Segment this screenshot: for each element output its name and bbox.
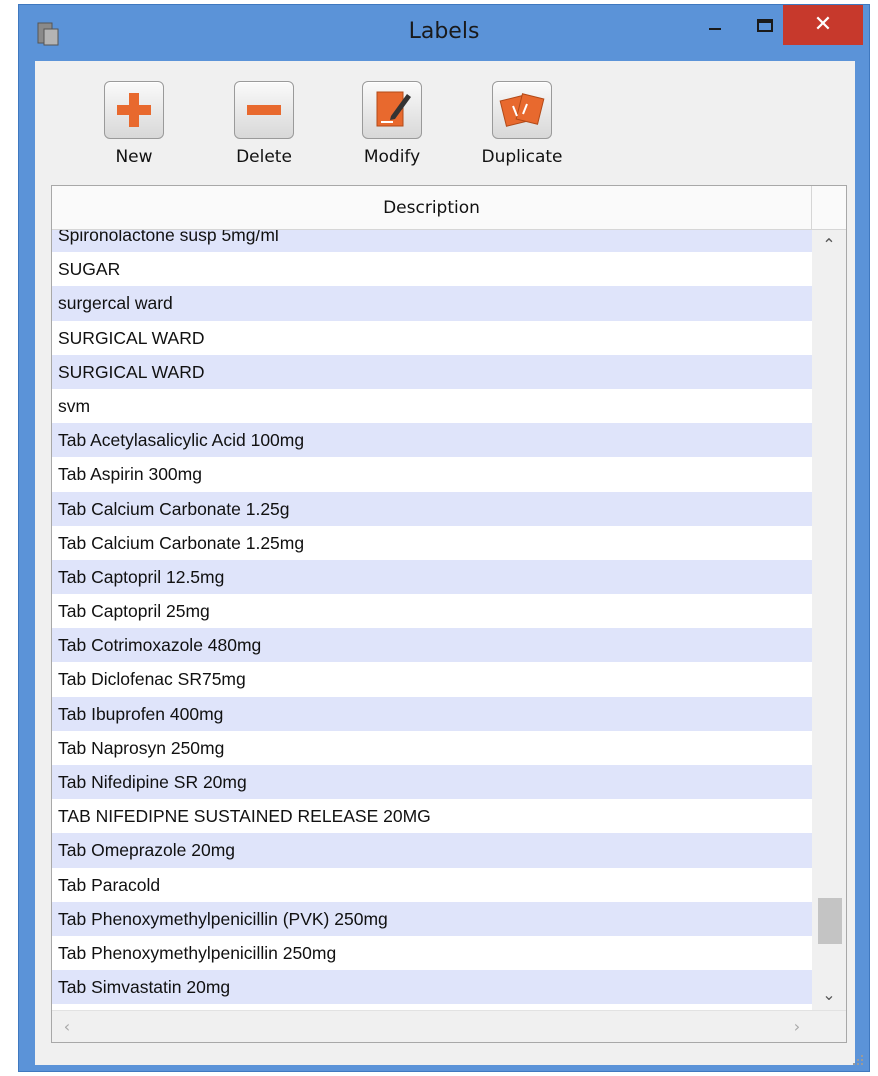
column-header-description[interactable]: Description bbox=[52, 186, 812, 230]
table-row[interactable]: Tab Calcium Carbonate 1.25mg bbox=[52, 526, 812, 560]
table-row[interactable]: Tab Calcium Carbonate 1.25g bbox=[52, 491, 812, 526]
table-row[interactable]: Tab Ibuprofen 400mg bbox=[52, 696, 812, 731]
resize-grip-icon[interactable] bbox=[851, 1053, 865, 1067]
table-row[interactable]: Tab Aspirin 300mg bbox=[52, 457, 812, 491]
close-button[interactable]: ✕ bbox=[783, 5, 863, 45]
scroll-down-arrow-icon[interactable]: ⌄ bbox=[812, 980, 846, 1010]
scroll-right-arrow-icon[interactable]: › bbox=[782, 1011, 812, 1043]
new-button-label: New bbox=[115, 147, 153, 167]
table-row[interactable]: svm bbox=[52, 389, 812, 423]
table-row[interactable]: Tab Phenoxymethylpenicillin 250mg bbox=[52, 936, 812, 970]
table-row[interactable]: SUGAR bbox=[52, 252, 812, 286]
minus-icon bbox=[234, 81, 294, 139]
close-icon: ✕ bbox=[813, 12, 833, 37]
grid-rows-inner: Spironolactone susp 5mg/ml SUGAR surgercal… bbox=[52, 230, 812, 1010]
maximize-icon bbox=[757, 18, 773, 32]
modify-button-label: Modify bbox=[363, 147, 421, 167]
modify-button[interactable]: Modify bbox=[337, 81, 447, 181]
minimize-icon bbox=[709, 28, 721, 30]
grid-rows: Spironolactone susp 5mg/ml SUGAR surgercal… bbox=[52, 230, 812, 1010]
table-row[interactable]: Spironolactone susp 5mg/ml bbox=[52, 230, 812, 253]
table-row[interactable]: Tab Captopril 25mg bbox=[52, 594, 812, 628]
table-row[interactable]: Tab Phenoxymethylpenicillin (PVK) 250mg bbox=[52, 901, 812, 936]
header-corner bbox=[812, 186, 846, 230]
scroll-left-arrow-icon[interactable]: ‹ bbox=[52, 1011, 82, 1043]
plus-icon bbox=[104, 81, 164, 139]
duplicate-cards-icon bbox=[492, 81, 552, 139]
scroll-up-arrow-icon[interactable]: ⌃ bbox=[812, 230, 846, 260]
table-row[interactable]: Tab Naprosyn 250mg bbox=[52, 731, 812, 765]
labels-window: Labels ✕ New Delete Modify Duplicate Des… bbox=[18, 4, 870, 1072]
labels-grid: Description Spironolactone susp 5mg/ml SU… bbox=[51, 185, 847, 1043]
delete-button[interactable]: Delete bbox=[209, 81, 319, 181]
window-client-area: New Delete Modify Duplicate Description … bbox=[35, 61, 855, 1065]
window-title: Labels bbox=[408, 19, 480, 44]
table-row[interactable]: Tab Paracold bbox=[52, 868, 812, 902]
delete-button-label: Delete bbox=[236, 147, 292, 167]
table-row[interactable]: Tab Captopril 12.5mg bbox=[52, 559, 812, 595]
vertical-scrollbar[interactable]: ⌃ ⌄ bbox=[812, 230, 846, 1010]
table-row[interactable]: Tab Nifedipine SR 20mg bbox=[52, 765, 812, 800]
table-row[interactable]: surgercal ward bbox=[52, 286, 812, 321]
table-row[interactable]: Tab Simvastatin 20mg bbox=[52, 970, 812, 1005]
title-bar[interactable]: Labels ✕ bbox=[19, 5, 869, 61]
new-button[interactable]: New bbox=[79, 81, 189, 181]
table-row[interactable]: SURGICAL WARD bbox=[52, 354, 812, 389]
edit-pencil-icon bbox=[362, 81, 422, 139]
vertical-scroll-thumb[interactable] bbox=[818, 898, 842, 944]
duplicate-button[interactable]: Duplicate bbox=[467, 81, 577, 181]
table-row[interactable]: SURGICAL WARD bbox=[52, 321, 812, 355]
table-row[interactable]: TAB NIFEDIPNE SUSTAINED RELEASE 20MG bbox=[52, 799, 812, 833]
table-row[interactable]: Tab Omeprazole 20mg bbox=[52, 833, 812, 868]
horizontal-scrollbar[interactable]: ‹ › bbox=[52, 1010, 846, 1042]
duplicate-button-label: Duplicate bbox=[481, 147, 563, 167]
table-row[interactable]: Tab Acetylasalicylic Acid 100mg bbox=[52, 423, 812, 458]
toolbar: New Delete Modify Duplicate bbox=[35, 61, 855, 189]
maximize-button[interactable] bbox=[743, 5, 787, 45]
table-row[interactable]: Tab Diclofenac SR75mg bbox=[52, 662, 812, 696]
minimize-button[interactable] bbox=[693, 5, 737, 45]
table-row[interactable]: Tab Cotrimoxazole 480mg bbox=[52, 628, 812, 663]
